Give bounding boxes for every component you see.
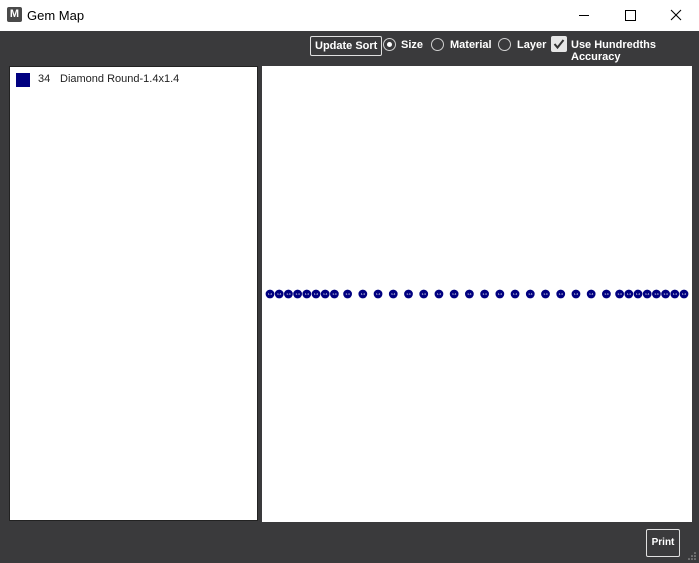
gem-marker[interactable]: 1.4 xyxy=(661,289,670,299)
resize-grip-icon[interactable] xyxy=(687,551,697,561)
gem-size-label: 1.4 xyxy=(406,292,411,296)
maximize-button[interactable] xyxy=(607,0,653,31)
gem-size-label: 1.4 xyxy=(437,292,442,296)
maximize-icon xyxy=(625,10,636,21)
gem-marker[interactable]: 1.4 xyxy=(624,289,634,299)
gem-marker[interactable]: 1.4 xyxy=(571,289,581,299)
gem-map-canvas[interactable]: 1.4 1.4 1.4 1.4 1.4 1.4 1.4 1.4 1.4 1.4 1.4 1.4 1.4 1… xyxy=(262,66,692,522)
layer-radio[interactable] xyxy=(498,38,511,51)
gem-marker[interactable]: 1.4 xyxy=(633,289,643,299)
window-title: Gem Map xyxy=(27,8,85,23)
gem-marker[interactable]: 1.4 xyxy=(615,289,624,299)
gem-marker[interactable]: 1.4 xyxy=(293,289,302,299)
gem-marker[interactable]: 1.4 xyxy=(404,289,413,299)
gem-marker[interactable]: 1.4 xyxy=(343,289,352,299)
gem-size-label: 1.4 xyxy=(589,292,594,296)
gem-size-label: 1.4 xyxy=(543,292,548,296)
gem-size-label: 1.4 xyxy=(361,292,366,296)
gem-marker[interactable]: 1.4 xyxy=(679,289,689,299)
gem-marker[interactable]: 1.4 xyxy=(358,289,368,299)
gem-size-label: 1.4 xyxy=(498,292,503,296)
gem-size-label: 1.4 xyxy=(673,292,678,296)
gem-marker[interactable]: 1.4 xyxy=(284,289,293,299)
gem-size-label: 1.4 xyxy=(574,292,579,296)
print-button[interactable]: Print xyxy=(646,529,680,557)
gem-size-label: 1.4 xyxy=(618,292,623,296)
gem-map-svg: 1.4 1.4 1.4 1.4 1.4 1.4 1.4 1.4 1.4 1.4 1.4 1.4 1.4 1… xyxy=(265,289,689,299)
gem-size-label: 1.4 xyxy=(268,292,273,296)
gem-marker[interactable]: 1.4 xyxy=(480,289,490,299)
gem-size-label: 1.4 xyxy=(314,292,319,296)
gem-size-label: 1.4 xyxy=(483,292,488,296)
gem-size-label: 1.4 xyxy=(391,292,396,296)
gem-marker[interactable]: 1.4 xyxy=(642,289,652,299)
gem-size-label: 1.4 xyxy=(286,292,291,296)
gem-marker[interactable]: 1.4 xyxy=(388,289,398,299)
material-radio-label[interactable]: Material xyxy=(450,39,492,51)
gem-marker[interactable]: 1.4 xyxy=(556,289,566,299)
gem-marker[interactable]: 1.4 xyxy=(464,289,474,299)
material-radio[interactable] xyxy=(431,38,444,51)
close-icon xyxy=(670,9,682,21)
gem-marker[interactable]: 1.4 xyxy=(449,289,459,299)
gem-list-panel: 34 Diamond Round-1.4x1.4 xyxy=(9,66,258,521)
gem-size-label: 1.4 xyxy=(645,292,650,296)
hundredths-accuracy-checkbox[interactable] xyxy=(551,36,567,52)
gem-marker[interactable]: 1.4 xyxy=(525,289,535,299)
layer-radio-label[interactable]: Layer xyxy=(517,39,546,51)
update-sort-button[interactable]: Update Sort xyxy=(310,36,383,56)
gem-size-label: 1.4 xyxy=(528,292,533,296)
gem-size-label: 1.4 xyxy=(513,292,518,296)
gem-size-label: 1.4 xyxy=(305,292,310,296)
gem-size-label: 1.4 xyxy=(467,292,472,296)
gem-size-label: 1.4 xyxy=(277,292,282,296)
gem-size-label: 1.4 xyxy=(376,292,381,296)
gem-marker[interactable]: 1.4 xyxy=(670,289,680,299)
gem-size-label: 1.4 xyxy=(346,292,351,296)
gem-size-label: 1.4 xyxy=(636,292,641,296)
gem-size-label: 1.4 xyxy=(452,292,457,296)
gem-marker[interactable]: 1.4 xyxy=(330,289,339,299)
minimize-button[interactable] xyxy=(561,0,607,31)
gem-marker[interactable]: 1.4 xyxy=(602,289,611,299)
gem-count: 34 xyxy=(38,73,51,85)
gem-size-label: 1.4 xyxy=(332,292,337,296)
gem-name: Diamond Round-1.4x1.4 xyxy=(60,73,180,85)
gem-marker[interactable]: 1.4 xyxy=(302,289,312,299)
gem-size-label: 1.4 xyxy=(664,292,669,296)
gem-marker[interactable]: 1.4 xyxy=(434,289,444,299)
gem-size-label: 1.4 xyxy=(682,292,687,296)
size-radio[interactable] xyxy=(383,38,396,51)
gem-size-label: 1.4 xyxy=(559,292,564,296)
gem-marker[interactable]: 1.4 xyxy=(265,289,275,299)
size-radio-label[interactable]: Size xyxy=(401,39,423,51)
app-logo-icon: M xyxy=(7,7,22,22)
close-button[interactable] xyxy=(653,0,699,31)
gem-marker[interactable]: 1.4 xyxy=(311,289,321,299)
gem-size-label: 1.4 xyxy=(654,292,659,296)
gem-size-label: 1.4 xyxy=(422,292,427,296)
gem-color-swatch xyxy=(16,73,30,87)
gem-marker[interactable]: 1.4 xyxy=(510,289,520,299)
gem-marker[interactable]: 1.4 xyxy=(373,289,383,299)
gem-size-label: 1.4 xyxy=(604,292,609,296)
gem-marker[interactable]: 1.4 xyxy=(541,289,550,299)
title-bar: M Gem Map xyxy=(0,0,699,31)
minimize-icon xyxy=(579,15,589,16)
gem-size-label: 1.4 xyxy=(296,292,301,296)
gem-marker[interactable]: 1.4 xyxy=(419,289,429,299)
gem-size-label: 1.4 xyxy=(323,292,328,296)
gem-marker[interactable]: 1.4 xyxy=(495,289,505,299)
hundredths-accuracy-label[interactable]: Use Hundredths Accuracy xyxy=(571,39,699,63)
bottom-bar xyxy=(0,526,699,563)
gem-marker[interactable]: 1.4 xyxy=(652,289,661,299)
gem-marker[interactable]: 1.4 xyxy=(320,289,330,299)
gem-marker[interactable]: 1.4 xyxy=(586,289,596,299)
checkmark-icon xyxy=(553,39,565,50)
gem-size-label: 1.4 xyxy=(627,292,632,296)
gem-marker[interactable]: 1.4 xyxy=(274,289,284,299)
